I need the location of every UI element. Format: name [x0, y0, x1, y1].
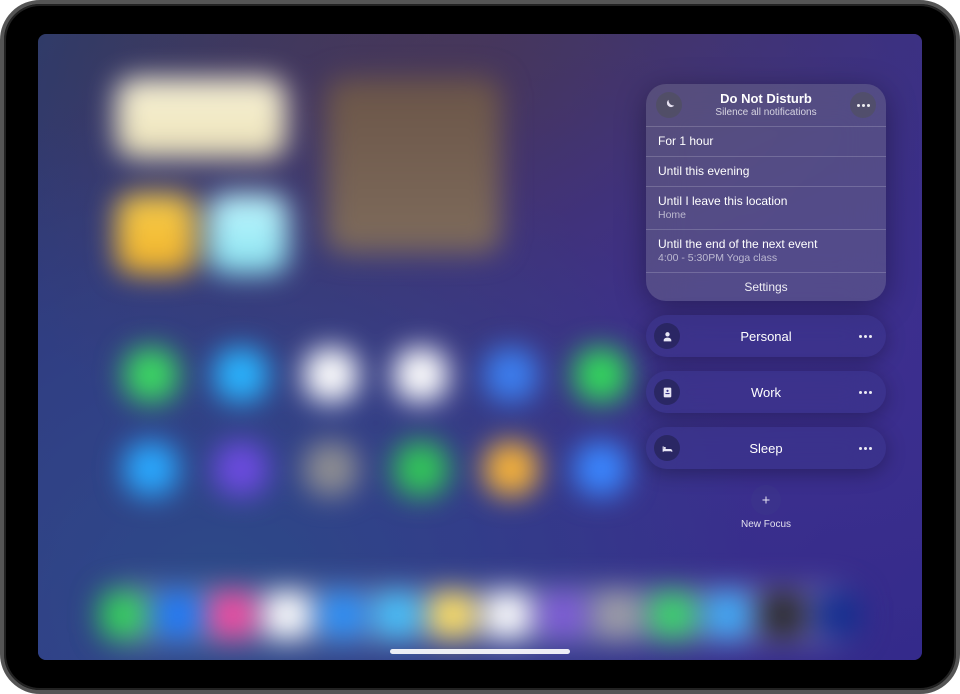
- dock-icon: [595, 592, 640, 638]
- dock-icon: [760, 592, 805, 638]
- do-not-disturb-more-button[interactable]: [850, 92, 876, 118]
- dnd-option-sublabel: 4:00 - 5:30PM Yoga class: [658, 252, 874, 265]
- new-focus: New Focus: [646, 485, 886, 530]
- person-icon: [654, 323, 680, 349]
- dnd-option-label: Until this evening: [658, 164, 874, 179]
- dock-icon: [320, 592, 365, 638]
- badge-icon: [654, 379, 680, 405]
- widget-cyan: [208, 194, 288, 274]
- focus-mode-work[interactable]: Work: [646, 371, 886, 413]
- dnd-settings-label: Settings: [744, 280, 787, 294]
- dock-icon: [375, 592, 420, 638]
- app-icon: [124, 442, 178, 496]
- app-icon: [394, 442, 448, 496]
- dock-icon: [650, 592, 695, 638]
- dock-icon: [265, 592, 310, 638]
- widget-notes: [116, 78, 286, 158]
- app-icon: [304, 442, 358, 496]
- dock-icon: [540, 592, 585, 638]
- focus-mode-sleep[interactable]: Sleep: [646, 427, 886, 469]
- new-focus-button[interactable]: [751, 485, 781, 515]
- dnd-option-sublabel: Home: [658, 209, 874, 222]
- focus-mode-label: Personal: [680, 329, 852, 344]
- app-icon: [574, 348, 628, 402]
- dnd-option-label: Until I leave this location: [658, 194, 874, 209]
- dock-icon: [155, 592, 200, 638]
- more-icon: [857, 104, 870, 107]
- focus-panel: Do Not Disturb Silence all notifications…: [646, 84, 886, 530]
- focus-mode-label: Sleep: [680, 441, 852, 456]
- focus-mode-label: Work: [680, 385, 852, 400]
- app-icon: [574, 442, 628, 496]
- moon-icon: [656, 92, 682, 118]
- focus-mode-more-button[interactable]: [852, 379, 878, 405]
- do-not-disturb-title: Do Not Disturb: [682, 92, 850, 106]
- focus-mode-more-button[interactable]: [852, 323, 878, 349]
- dock-icon: [430, 592, 475, 638]
- dock-icon: [100, 592, 145, 638]
- dock-icon: [485, 592, 530, 638]
- more-icon: [859, 391, 872, 394]
- app-icon: [304, 348, 358, 402]
- ipad-frame: Do Not Disturb Silence all notifications…: [0, 0, 960, 694]
- app-icon: [214, 442, 268, 496]
- dock-icons: [100, 584, 860, 646]
- home-indicator[interactable]: [390, 649, 570, 654]
- dnd-option-until-leave-location[interactable]: Until I leave this location Home: [646, 186, 886, 229]
- app-icon: [394, 348, 448, 402]
- app-icon: [214, 348, 268, 402]
- dnd-option-for-1-hour[interactable]: For 1 hour: [646, 126, 886, 156]
- focus-mode-personal[interactable]: Personal: [646, 315, 886, 357]
- dock-icon: [705, 592, 750, 638]
- dnd-option-label: Until the end of the next event: [658, 237, 874, 252]
- do-not-disturb-title-wrap: Do Not Disturb Silence all notifications: [682, 92, 850, 117]
- app-icon: [484, 348, 538, 402]
- dock: [100, 584, 860, 646]
- dnd-option-label: For 1 hour: [658, 134, 874, 149]
- dnd-option-until-event-end[interactable]: Until the end of the next event 4:00 - 5…: [646, 229, 886, 272]
- dock-icon: [815, 592, 860, 638]
- do-not-disturb-header[interactable]: Do Not Disturb Silence all notifications: [646, 84, 886, 126]
- widget-yellow: [116, 194, 196, 274]
- dnd-option-until-evening[interactable]: Until this evening: [646, 156, 886, 186]
- focus-mode-more-button[interactable]: [852, 435, 878, 461]
- new-focus-label: New Focus: [741, 519, 791, 530]
- screen: Do Not Disturb Silence all notifications…: [38, 34, 922, 660]
- do-not-disturb-subtitle: Silence all notifications: [682, 107, 850, 118]
- bed-icon: [654, 435, 680, 461]
- more-icon: [859, 447, 872, 450]
- more-icon: [859, 335, 872, 338]
- widget-photo: [326, 78, 501, 253]
- do-not-disturb-card: Do Not Disturb Silence all notifications…: [646, 84, 886, 301]
- app-icon: [124, 348, 178, 402]
- dnd-settings-link[interactable]: Settings: [646, 272, 886, 301]
- dock-icon: [210, 592, 255, 638]
- app-icon: [484, 442, 538, 496]
